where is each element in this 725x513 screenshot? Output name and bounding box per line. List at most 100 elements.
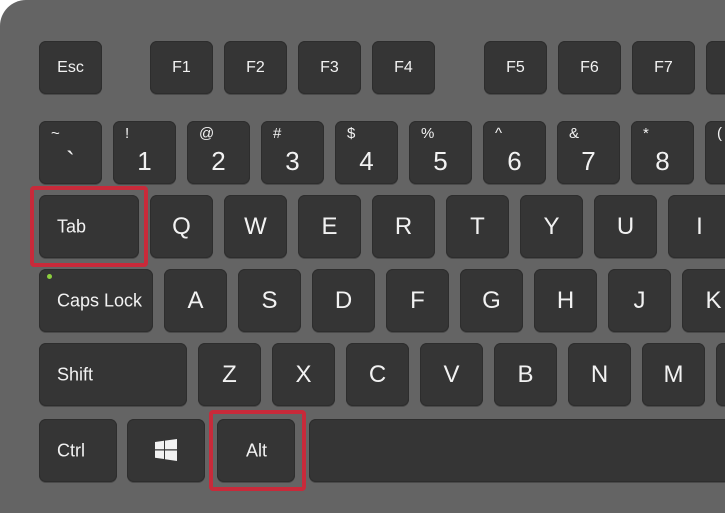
key-label: K: [705, 286, 722, 314]
key-label: F2: [246, 58, 265, 76]
key-label: R: [394, 212, 413, 240]
key-f1[interactable]: F1: [150, 41, 213, 94]
key-label: E: [321, 212, 338, 240]
key-v[interactable]: V: [420, 343, 483, 406]
key-label: 5: [433, 146, 448, 176]
key-backtick[interactable]: ~ `: [39, 121, 102, 184]
key-a[interactable]: A: [164, 269, 227, 332]
key-f6[interactable]: F6: [558, 41, 621, 94]
key-label: V: [443, 360, 460, 388]
key-3[interactable]: # 3: [261, 121, 324, 184]
key-label: M: [663, 360, 684, 388]
key-shift-label: !: [125, 125, 130, 142]
key-f7[interactable]: F7: [632, 41, 695, 94]
key-label: B: [517, 360, 534, 388]
key-label: F5: [506, 58, 525, 76]
key-label: D: [334, 286, 353, 314]
key-comma[interactable]: [716, 343, 725, 406]
key-label: T: [470, 212, 485, 240]
key-label: I: [696, 212, 703, 240]
key-shift-label: (: [717, 125, 722, 142]
key-n[interactable]: N: [568, 343, 631, 406]
key-label: Z: [222, 360, 237, 388]
key-y[interactable]: Y: [520, 195, 583, 258]
key-ctrl[interactable]: Ctrl: [39, 419, 117, 482]
key-label: C: [368, 360, 387, 388]
key-label: Esc: [57, 58, 84, 76]
key-g[interactable]: G: [460, 269, 523, 332]
key-shift-label: $: [347, 125, 356, 142]
key-label: 6: [507, 146, 522, 176]
key-shift-label: &: [569, 125, 580, 142]
key-1[interactable]: ! 1: [113, 121, 176, 184]
key-f5[interactable]: F5: [484, 41, 547, 94]
key-caps-lock[interactable]: Caps Lock: [39, 269, 153, 332]
key-esc[interactable]: Esc: [39, 41, 102, 94]
key-label: 4: [359, 146, 374, 176]
key-label: 2: [211, 146, 226, 176]
key-5[interactable]: % 5: [409, 121, 472, 184]
key-label: `: [66, 146, 75, 176]
key-label: J: [633, 286, 646, 314]
key-4[interactable]: $ 4: [335, 121, 398, 184]
key-label: H: [556, 286, 575, 314]
key-shift[interactable]: Shift: [39, 343, 187, 406]
key-label: F3: [320, 58, 339, 76]
key-label: F: [410, 286, 425, 314]
key-s[interactable]: S: [238, 269, 301, 332]
key-x[interactable]: X: [272, 343, 335, 406]
key-spacebar[interactable]: [309, 419, 725, 482]
key-7[interactable]: & 7: [557, 121, 620, 184]
key-h[interactable]: H: [534, 269, 597, 332]
key-2[interactable]: @ 2: [187, 121, 250, 184]
key-label: X: [295, 360, 312, 388]
key-label: F4: [394, 58, 413, 76]
key-label: Shift: [57, 364, 94, 384]
key-label: S: [261, 286, 278, 314]
key-shift-label: ~: [51, 125, 60, 142]
key-shift-label: *: [643, 125, 649, 142]
key-t[interactable]: T: [446, 195, 509, 258]
key-label: A: [187, 286, 204, 314]
key-f8[interactable]: [706, 41, 725, 94]
key-label: F1: [172, 58, 191, 76]
key-k[interactable]: K: [682, 269, 725, 332]
key-label: U: [616, 212, 635, 240]
key-b[interactable]: B: [494, 343, 557, 406]
key-label: Y: [543, 212, 560, 240]
key-shift-label: %: [421, 125, 435, 142]
key-w[interactable]: W: [224, 195, 287, 258]
key-label: N: [590, 360, 609, 388]
alt-highlight-box: [209, 410, 306, 491]
key-label: 8: [655, 146, 670, 176]
key-shift-label: #: [273, 125, 282, 142]
key-d[interactable]: D: [312, 269, 375, 332]
key-label: 3: [285, 146, 300, 176]
key-u[interactable]: U: [594, 195, 657, 258]
key-j[interactable]: J: [608, 269, 671, 332]
key-f[interactable]: F: [386, 269, 449, 332]
key-8[interactable]: * 8: [631, 121, 694, 184]
key-r[interactable]: R: [372, 195, 435, 258]
key-shift-label: @: [199, 125, 215, 142]
key-c[interactable]: C: [346, 343, 409, 406]
key-f2[interactable]: F2: [224, 41, 287, 94]
key-f3[interactable]: F3: [298, 41, 361, 94]
windows-logo-icon: [155, 439, 177, 461]
key-label: Q: [172, 212, 191, 240]
key-6[interactable]: ^ 6: [483, 121, 546, 184]
key-shift-label: ^: [495, 125, 503, 142]
key-label: Ctrl: [57, 440, 85, 460]
caps-lock-indicator-light: [47, 274, 52, 279]
key-m[interactable]: M: [642, 343, 705, 406]
key-e[interactable]: E: [298, 195, 361, 258]
key-label: F6: [580, 58, 599, 76]
key-q[interactable]: Q: [150, 195, 213, 258]
key-z[interactable]: Z: [198, 343, 261, 406]
key-9[interactable]: (: [705, 121, 725, 184]
tab-highlight-box: [30, 186, 148, 267]
key-f4[interactable]: F4: [372, 41, 435, 94]
key-windows[interactable]: [127, 419, 205, 482]
key-label: G: [482, 286, 501, 314]
key-i[interactable]: I: [668, 195, 725, 258]
